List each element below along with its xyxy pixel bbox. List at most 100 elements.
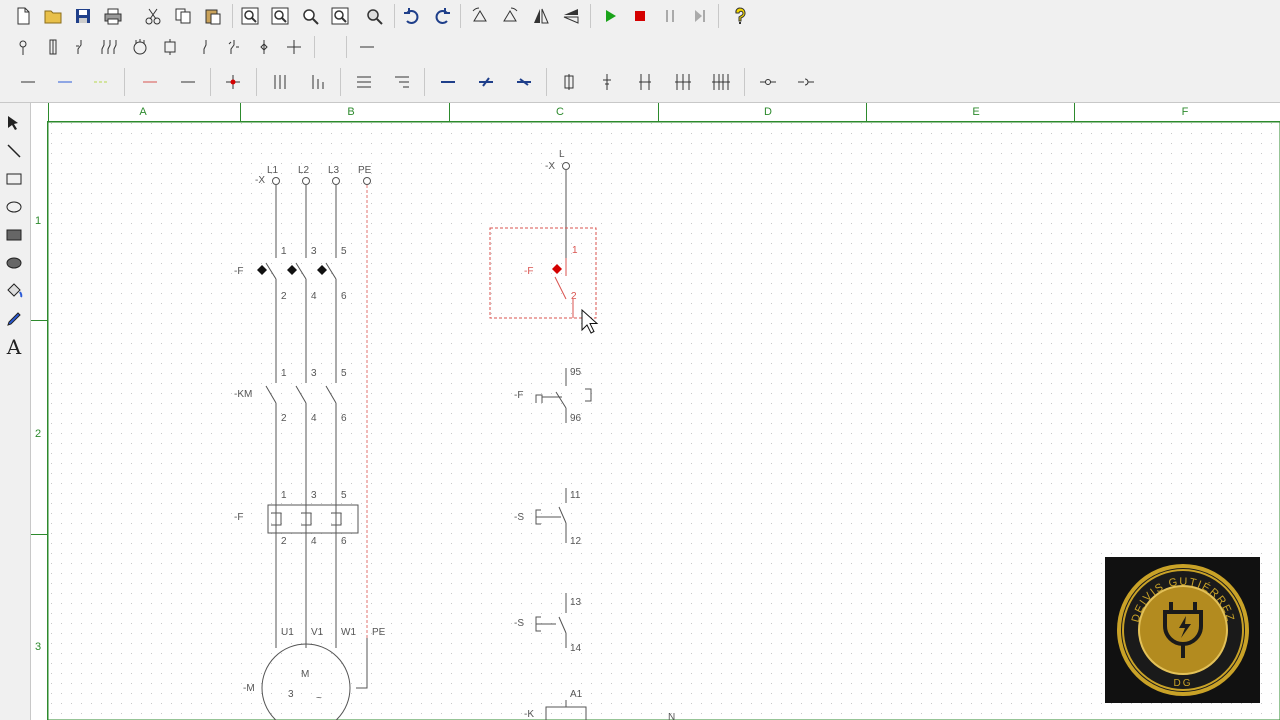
phase-label: L2 [298,165,310,176]
control-breaker-tag: -F [524,266,533,277]
column-label: F [1181,106,1189,118]
wire-green-icon[interactable] [89,70,113,94]
motor-icon[interactable] [128,35,152,59]
stop-icon[interactable] [628,4,652,28]
diode-icon[interactable] [194,35,218,59]
wire-red-icon[interactable] [138,70,162,94]
line-tool-icon[interactable] [2,139,26,163]
row-label: 1 [35,215,42,227]
overload-bottom-terminal: 2 [281,536,287,547]
motor-tag: -M [243,683,255,694]
zoom-out-icon[interactable] [268,4,292,28]
cut-icon[interactable] [141,4,165,28]
lamp-icon[interactable] [11,35,35,59]
column-label: E [972,106,980,118]
component-toolbar [0,32,1280,63]
wire-blue-icon[interactable] [53,70,77,94]
connector-1-icon[interactable] [557,70,581,94]
ellipse-tool-icon[interactable] [2,195,26,219]
rotate-right-icon[interactable] [498,4,522,28]
drawing-tools-sidebar: A [0,103,31,720]
pointer-icon[interactable] [2,111,26,135]
terminal-icon[interactable] [252,35,276,59]
filled-ellipse-icon[interactable] [2,251,26,275]
contactor-top-terminal: 5 [341,368,347,379]
fill-bucket-icon[interactable] [2,279,26,303]
line-blue-arrow-icon[interactable] [474,70,498,94]
zoom-fit-icon[interactable] [328,4,352,28]
rectangle-tool-icon[interactable] [2,167,26,191]
column-label: D [764,106,772,118]
relay-contact-icon[interactable] [222,35,246,59]
connector-5-icon[interactable] [709,70,733,94]
breaker-bottom-terminal: 6 [341,291,347,302]
motor-terminal-label: W1 [341,627,356,638]
help-icon[interactable] [728,4,752,28]
save-icon[interactable] [71,4,95,28]
stop-button-tag: -S [514,512,524,523]
line-blue-dash-icon[interactable] [512,70,536,94]
coil-top: A1 [570,689,583,700]
zoom-in-icon[interactable] [238,4,262,28]
pen-icon[interactable] [2,307,26,331]
paste-icon[interactable] [201,4,225,28]
overload-top-terminal: 5 [341,490,347,501]
text-tool-icon[interactable]: A [2,335,26,359]
play-icon[interactable] [598,4,622,28]
mirror-horizontal-icon[interactable] [559,4,583,28]
motor-terminal-label: V1 [311,627,324,638]
new-file-icon[interactable] [11,4,35,28]
main-toolbar [0,0,1280,33]
wire-dark-icon[interactable] [176,70,200,94]
overload-contact-top: 95 [570,367,582,378]
motor-terminal-label: U1 [281,627,294,638]
row-label: 3 [35,641,42,653]
undo-icon[interactable] [400,4,424,28]
line-blue-icon[interactable] [436,70,460,94]
row-ruler: 1 2 3 [31,121,48,720]
wire-black-icon[interactable] [16,70,40,94]
breaker-top-terminal: 5 [341,246,347,257]
copy-icon[interactable] [171,4,195,28]
zoom-all-icon[interactable] [362,4,386,28]
coil-icon[interactable] [158,35,182,59]
drawing-canvas[interactable]: -X L1 L2 L3 PE -F 1 3 5 2 4 6 -KM 1 3 5 … [31,103,1280,720]
align-right-icon[interactable] [390,70,414,94]
bus-3-branch-icon[interactable] [306,70,330,94]
redo-icon[interactable] [430,4,454,28]
filled-rectangle-icon[interactable] [2,223,26,247]
breaker-top-terminal: 3 [311,246,317,257]
motor-ac-symbol: ~ [316,693,322,704]
contactor-top-terminal: 3 [311,368,317,379]
multi-switch-icon[interactable] [98,35,122,59]
wire-icon[interactable] [355,35,379,59]
connector-2-icon[interactable] [595,70,619,94]
junction-icon[interactable] [221,70,245,94]
logo-initials: DG [1173,678,1192,689]
mirror-vertical-icon[interactable] [529,4,553,28]
socket-icon[interactable] [794,70,818,94]
bus-3-icon[interactable] [268,70,292,94]
breaker-bottom-terminal: 2 [281,291,287,302]
phase-label: PE [358,165,372,176]
connector-4-icon[interactable] [671,70,695,94]
breaker-top-terminal: 1 [281,246,287,257]
switch-icon[interactable] [69,35,93,59]
motor-letter: M [301,669,309,680]
plug-icon[interactable] [756,70,780,94]
fuse-icon[interactable] [41,35,65,59]
start-button-bottom: 14 [570,643,582,654]
contactor-top-terminal: 1 [281,368,287,379]
zoom-window-icon[interactable] [298,4,322,28]
align-left-icon[interactable] [352,70,376,94]
rotate-left-icon[interactable] [468,4,492,28]
pause-icon[interactable] [658,4,682,28]
crossing-icon[interactable] [282,35,306,59]
stop-button-bottom: 12 [570,536,582,547]
connector-3-icon[interactable] [633,70,657,94]
print-icon[interactable] [101,4,125,28]
motor-phase: 3 [288,689,294,700]
step-icon[interactable] [688,4,712,28]
open-folder-icon[interactable] [41,4,65,28]
overload-top-terminal: 1 [281,490,287,501]
